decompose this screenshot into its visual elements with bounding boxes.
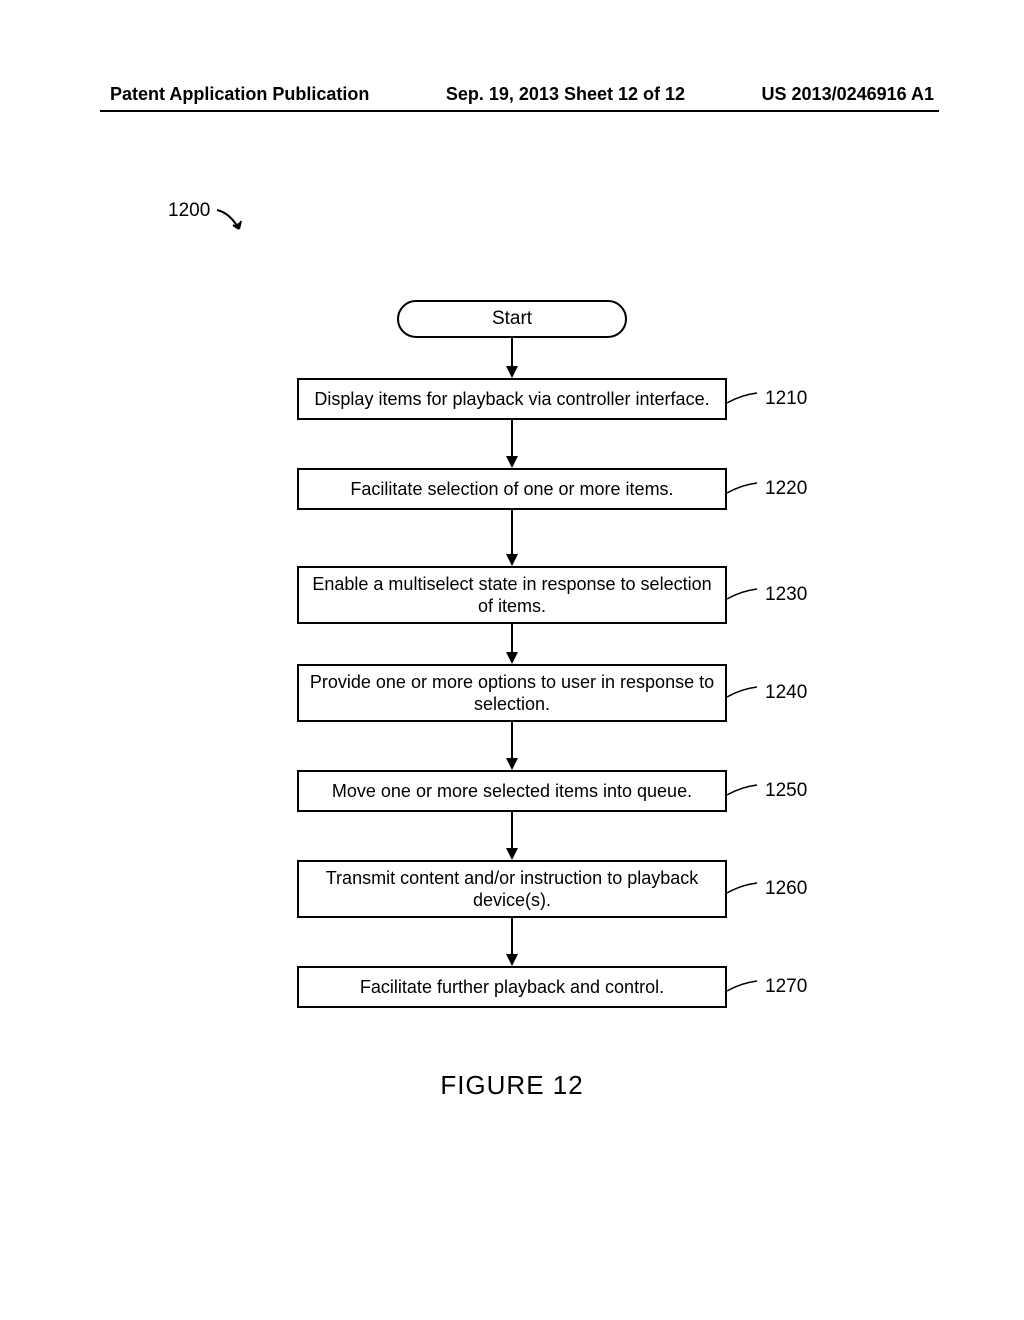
arrow-down-icon: [505, 338, 519, 378]
callout-line-icon: [727, 583, 761, 607]
step-1270-row: Facilitate further playback and control.…: [297, 966, 727, 1008]
step-1250-row: Move one or more selected items into que…: [297, 770, 727, 812]
step-1260-ref: 1260: [765, 878, 807, 900]
step-1210-row: Display items for playback via controlle…: [297, 378, 727, 420]
arrow-down-icon: [505, 420, 519, 468]
flowchart-reference-number: 1200: [168, 200, 210, 222]
step-1270-box: Facilitate further playback and control.: [297, 966, 727, 1008]
step-1260-row: Transmit content and/or instruction to p…: [297, 860, 727, 918]
step-1220-ref: 1220: [765, 478, 807, 500]
step-1240-callout: 1240: [727, 681, 807, 705]
arrow-down-icon: [505, 722, 519, 770]
step-1240-ref: 1240: [765, 682, 807, 704]
callout-line-icon: [727, 681, 761, 705]
start-terminal-wrap: Start: [397, 300, 627, 338]
step-1230-box: Enable a multiselect state in response t…: [297, 566, 727, 624]
arrow-down-icon: [505, 812, 519, 860]
step-1240-box: Provide one or more options to user in r…: [297, 664, 727, 722]
arrow-down-icon: [505, 918, 519, 966]
step-1270-callout: 1270: [727, 975, 807, 999]
figure-caption: FIGURE 12: [0, 1070, 1024, 1101]
step-1250-box: Move one or more selected items into que…: [297, 770, 727, 812]
callout-line-icon: [727, 387, 761, 411]
step-1220-row: Facilitate selection of one or more item…: [297, 468, 727, 510]
step-1230-callout: 1230: [727, 583, 807, 607]
arrow-down-icon: [505, 624, 519, 664]
header-date-sheet: Sep. 19, 2013 Sheet 12 of 12: [446, 84, 685, 105]
arrow-down-icon: [505, 510, 519, 566]
step-1210-box: Display items for playback via controlle…: [297, 378, 727, 420]
step-1260-box: Transmit content and/or instruction to p…: [297, 860, 727, 918]
header-rule: [100, 110, 939, 112]
callout-line-icon: [727, 477, 761, 501]
page-header: Patent Application Publication Sep. 19, …: [110, 84, 934, 105]
callout-line-icon: [727, 779, 761, 803]
step-1250-ref: 1250: [765, 780, 807, 802]
header-publication-type: Patent Application Publication: [110, 84, 369, 105]
start-terminal: Start: [397, 300, 627, 338]
step-1220-callout: 1220: [727, 477, 807, 501]
step-1230-ref: 1230: [765, 584, 807, 606]
step-1220-box: Facilitate selection of one or more item…: [297, 468, 727, 510]
header-publication-number: US 2013/0246916 A1: [762, 84, 934, 105]
flowchart-reference-arrow-icon: [215, 207, 245, 237]
step-1210-callout: 1210: [727, 387, 807, 411]
flowchart: Start Display items for playback via con…: [0, 300, 1024, 1008]
patent-figure-page: Patent Application Publication Sep. 19, …: [0, 0, 1024, 1320]
step-1250-callout: 1250: [727, 779, 807, 803]
callout-line-icon: [727, 877, 761, 901]
step-1230-row: Enable a multiselect state in response t…: [297, 566, 727, 624]
callout-line-icon: [727, 975, 761, 999]
step-1260-callout: 1260: [727, 877, 807, 901]
step-1270-ref: 1270: [765, 976, 807, 998]
step-1210-ref: 1210: [765, 388, 807, 410]
step-1240-row: Provide one or more options to user in r…: [297, 664, 727, 722]
